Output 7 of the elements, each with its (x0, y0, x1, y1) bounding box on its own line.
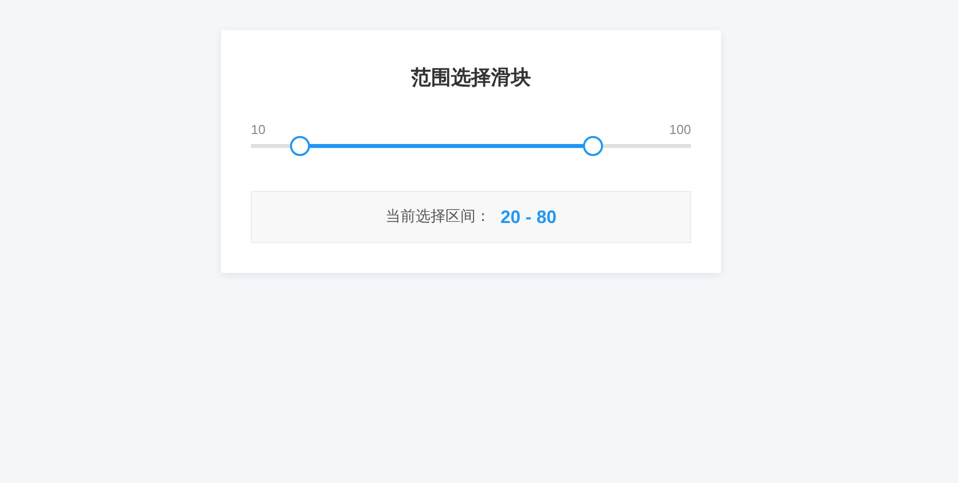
slider-handle[interactable] (290, 136, 310, 156)
slider-handle[interactable] (583, 136, 604, 156)
result-label: 当前选择区间： (385, 206, 490, 227)
min-label: 10 (251, 122, 266, 138)
max-label: 100 (669, 122, 691, 138)
card-title: 范围选择滑块 (411, 66, 531, 91)
result-value: 20 - 80 (500, 206, 557, 228)
